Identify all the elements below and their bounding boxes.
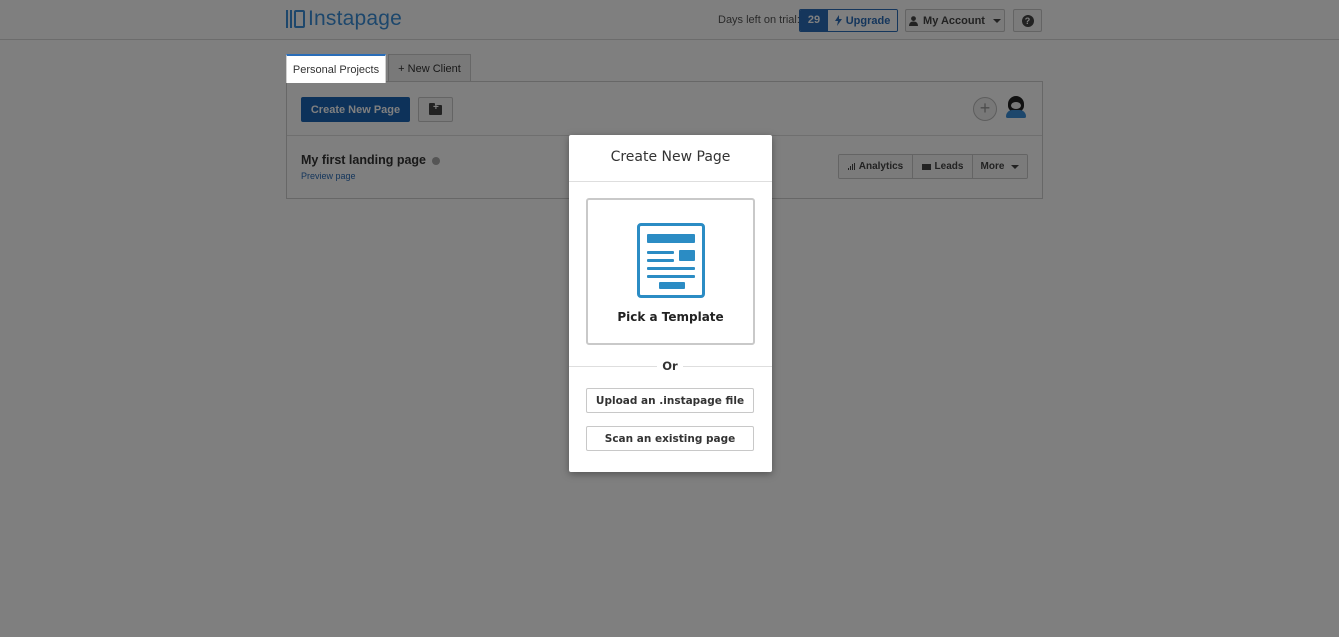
pick-template-card[interactable]: Pick a Template bbox=[586, 198, 755, 345]
document-template-icon bbox=[637, 223, 705, 298]
scan-page-button[interactable]: Scan an existing page bbox=[586, 426, 754, 451]
tab-personal-projects[interactable]: Personal Projects bbox=[286, 54, 386, 83]
upload-file-button[interactable]: Upload an .instapage file bbox=[586, 388, 754, 413]
modal-title: Create New Page bbox=[610, 149, 731, 165]
pick-template-label: Pick a Template bbox=[617, 310, 724, 324]
modal-divider bbox=[569, 181, 772, 182]
or-label: Or bbox=[657, 359, 683, 373]
create-page-modal: Create New Page Pick a Template Or Uploa… bbox=[569, 135, 772, 472]
